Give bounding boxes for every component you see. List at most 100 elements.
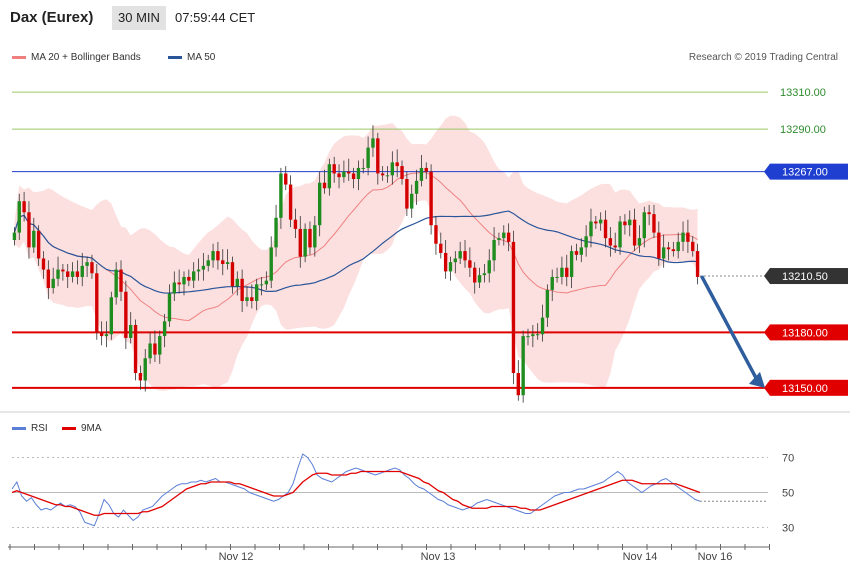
candle-body — [36, 230, 41, 259]
candle-body — [114, 269, 118, 298]
level-value: 13180.00 — [782, 327, 828, 339]
candle-body — [623, 221, 627, 226]
candle-body — [27, 212, 31, 248]
candle-body — [259, 284, 264, 286]
candle-body — [187, 276, 191, 281]
candle-body — [574, 251, 579, 255]
candle-body — [371, 138, 375, 148]
candle-body — [473, 267, 477, 283]
candle-body — [182, 276, 186, 285]
candle-body — [109, 297, 114, 335]
candle-body — [90, 262, 94, 274]
rsi-tick-label: 70 — [782, 453, 794, 465]
candle-body — [429, 171, 433, 226]
candle-body — [288, 184, 293, 220]
candle-body — [521, 336, 525, 396]
candle-body — [579, 247, 583, 255]
candle-body — [497, 238, 501, 240]
x-tick-label: Nov 16 — [698, 551, 733, 563]
candle-body — [56, 269, 60, 279]
candle-body — [129, 325, 133, 338]
candle-body — [657, 232, 661, 259]
candle-body — [361, 167, 365, 169]
candle-body — [492, 240, 496, 261]
candle-body — [506, 232, 511, 242]
candle-body — [51, 278, 55, 289]
candle-body — [66, 271, 70, 277]
rsi-tick-label: 30 — [782, 523, 794, 535]
candle-body — [419, 167, 424, 181]
level-label-5: 13150.00 — [764, 379, 848, 396]
candle-body — [695, 251, 700, 277]
candle-body — [230, 262, 235, 287]
candle-body — [463, 251, 467, 261]
candle-body — [95, 273, 99, 333]
candle-body — [303, 228, 307, 257]
level-value: 13150.00 — [782, 383, 828, 395]
candle-body — [351, 173, 356, 180]
candle-body — [322, 182, 327, 189]
candle-body — [414, 180, 419, 194]
candle-body — [308, 228, 312, 248]
x-tick-label: Nov 12 — [219, 551, 254, 563]
candle-body — [661, 247, 666, 259]
candle-body — [269, 247, 273, 281]
candle-body — [264, 280, 269, 285]
candle-body — [439, 243, 443, 253]
candle-body — [347, 171, 351, 174]
candle-body — [376, 138, 380, 174]
candle-body — [410, 193, 414, 209]
candle-body — [70, 271, 75, 277]
candle-body — [250, 297, 254, 301]
candle — [95, 264, 99, 340]
candle-body — [666, 247, 671, 250]
candle-body — [443, 252, 448, 272]
candle-body — [148, 343, 152, 359]
candle-body — [153, 343, 157, 355]
level-label-1: 13290.00 — [780, 124, 826, 136]
level-label-0: 13310.00 — [780, 87, 826, 99]
candle-body — [584, 236, 588, 248]
candle-body — [385, 175, 390, 177]
candle-body — [211, 251, 215, 261]
candle-body — [589, 221, 593, 237]
candle-body — [298, 228, 302, 257]
candle — [288, 175, 293, 228]
candle-body — [647, 212, 651, 215]
level-label-4: 13180.00 — [764, 324, 848, 341]
candle-body — [380, 173, 385, 176]
level-value: 13290.00 — [780, 124, 826, 136]
level-value-pointer — [764, 163, 770, 180]
candle — [284, 166, 288, 191]
candle-body — [177, 282, 181, 285]
level-value-pointer — [764, 268, 770, 285]
candle-body — [41, 258, 46, 270]
candle-body — [400, 166, 404, 180]
bollinger-band-area — [14, 115, 698, 391]
candle-body — [85, 262, 89, 266]
candle-body — [342, 171, 346, 178]
rsi-9ma-line — [11, 470, 701, 516]
candle — [133, 319, 138, 381]
candle-body — [535, 334, 540, 336]
level-value-pointer — [764, 324, 770, 341]
candle-body — [453, 258, 458, 263]
candle-body — [12, 232, 17, 240]
level-value: 13310.00 — [780, 87, 826, 99]
candle-body — [279, 173, 283, 218]
candle-body — [545, 289, 550, 318]
candle-body — [356, 167, 361, 180]
candle-body — [458, 251, 462, 259]
candle-body — [313, 225, 317, 248]
chart-canvas[interactable]: 13310.00 13290.00 13267.00 13210.50 13180.00… — [0, 0, 850, 576]
candle-body — [434, 225, 438, 244]
level-value: 13267.00 — [782, 167, 828, 179]
candle-body — [167, 293, 172, 322]
projection-arrow-shaft — [700, 275, 759, 381]
candle-body — [405, 179, 409, 209]
candle-body — [162, 321, 167, 337]
candle-body — [526, 336, 530, 338]
candle — [511, 230, 516, 385]
candle-body — [487, 260, 491, 274]
candle-body — [143, 358, 147, 381]
